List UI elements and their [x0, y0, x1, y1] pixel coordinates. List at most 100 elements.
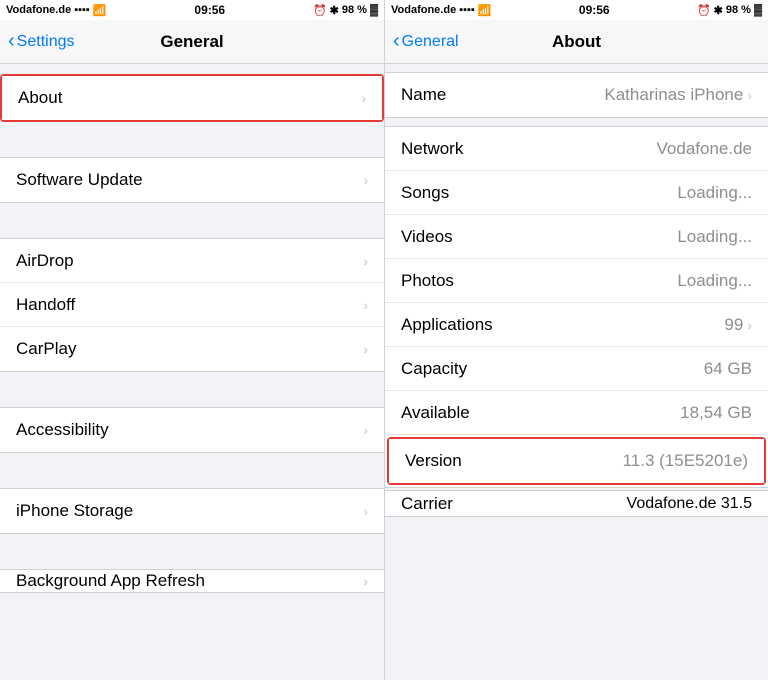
background-app-label: Background App Refresh — [16, 571, 205, 591]
carplay-chevron: › — [363, 341, 368, 357]
accessibility-item[interactable]: Accessibility › — [0, 408, 384, 452]
bluetooth-icon-left: ✱ — [330, 4, 339, 17]
handoff-item[interactable]: Handoff › — [0, 283, 384, 327]
available-label: Available — [401, 403, 470, 423]
software-update-item[interactable]: Software Update › — [0, 158, 384, 202]
name-value: Katharinas iPhone — [604, 85, 743, 105]
left-back-label: Settings — [17, 33, 75, 51]
battery-pct-left: 98 % — [342, 4, 367, 16]
name-label: Name — [401, 85, 446, 105]
left-nav-title: General — [160, 32, 223, 52]
photos-right: Loading... — [677, 271, 752, 291]
about-rows-container: Name Katharinas iPhone › Network Vodafon… — [385, 64, 768, 680]
about-chevron: › — [361, 90, 366, 106]
left-nav-bar: ‹ Settings General — [0, 20, 384, 64]
handoff-label: Handoff — [16, 295, 75, 315]
songs-value: Loading... — [677, 183, 752, 203]
capacity-value: 64 GB — [704, 359, 752, 379]
carrier-section: Carrier Vodafone.de 31.5 — [385, 490, 768, 517]
left-back-chevron: ‹ — [8, 31, 15, 51]
iphone-storage-section: iPhone Storage › — [0, 488, 384, 534]
capacity-row: Capacity 64 GB — [385, 347, 768, 391]
battery-icon-right: ▓ — [754, 4, 762, 16]
right-top-gap — [385, 64, 768, 72]
signal-dots-left: ▪▪▪▪ — [74, 4, 90, 16]
right-status-left: Vodafone.de ▪▪▪▪ 📶 — [391, 4, 492, 17]
version-row: Version 11.3 (15E5201e) — [389, 439, 764, 483]
version-label: Version — [405, 451, 462, 471]
accessibility-right: › — [363, 422, 368, 438]
videos-row: Videos Loading... — [385, 215, 768, 259]
applications-chevron: › — [747, 317, 752, 333]
background-app-chevron: › — [363, 573, 368, 589]
time-right: 09:56 — [579, 3, 610, 17]
time-left: 09:56 — [194, 3, 225, 17]
right-nav-bar: ‹ General About — [385, 20, 768, 64]
about-right: › — [361, 90, 366, 106]
about-highlight-border: About › — [0, 74, 384, 122]
about-section: About › — [0, 74, 384, 122]
version-highlight-wrapper: Version 11.3 (15E5201e) — [385, 435, 768, 487]
videos-right: Loading... — [677, 227, 752, 247]
photos-label: Photos — [401, 271, 454, 291]
applications-label: Applications — [401, 315, 493, 335]
carrier-left: Vodafone.de — [6, 4, 71, 16]
software-update-section: Software Update › — [0, 157, 384, 203]
airdrop-right: › — [363, 253, 368, 269]
network-right: Vodafone.de — [657, 139, 752, 159]
available-value: 18,54 GB — [680, 403, 752, 423]
right-status-right: ⏰ ✱ 98 % ▓ — [697, 4, 762, 17]
name-section: Name Katharinas iPhone › — [385, 72, 768, 118]
signal-dots-right: ▪▪▪▪ — [459, 4, 475, 16]
about-item[interactable]: About › — [2, 76, 382, 120]
airdrop-chevron: › — [363, 253, 368, 269]
carrier-row: Carrier Vodafone.de 31.5 — [385, 491, 768, 516]
network-row: Network Vodafone.de — [385, 127, 768, 171]
applications-value: 99 — [724, 315, 743, 335]
carrier-label: Carrier — [401, 494, 453, 514]
background-app-item[interactable]: Background App Refresh › — [0, 570, 384, 592]
software-update-chevron: › — [363, 172, 368, 188]
left-status-left: Vodafone.de ▪▪▪▪ 📶 — [6, 4, 107, 17]
gap-2 — [0, 203, 384, 238]
handoff-right: › — [363, 297, 368, 313]
network-value: Vodafone.de — [657, 139, 752, 159]
capacity-label: Capacity — [401, 359, 467, 379]
iphone-storage-item[interactable]: iPhone Storage › — [0, 489, 384, 533]
alarm-icon-left: ⏰ — [313, 4, 327, 17]
left-status-bar: Vodafone.de ▪▪▪▪ 📶 09:56 ⏰ ✱ 98 % ▓ — [0, 0, 384, 20]
right-back-button[interactable]: ‹ General — [393, 32, 459, 51]
airdrop-item[interactable]: AirDrop › — [0, 239, 384, 283]
right-nav-title: About — [552, 32, 601, 52]
left-back-button[interactable]: ‹ Settings — [8, 32, 74, 51]
handoff-chevron: › — [363, 297, 368, 313]
left-panel: Vodafone.de ▪▪▪▪ 📶 09:56 ⏰ ✱ 98 % ▓ ‹ Se… — [0, 0, 384, 680]
videos-label: Videos — [401, 227, 453, 247]
name-row[interactable]: Name Katharinas iPhone › — [385, 73, 768, 117]
version-highlight-border: Version 11.3 (15E5201e) — [387, 437, 766, 485]
top-gap-left — [0, 64, 384, 74]
available-row: Available 18,54 GB — [385, 391, 768, 435]
version-right: 11.3 (15E5201e) — [623, 451, 748, 471]
capacity-right: 64 GB — [704, 359, 752, 379]
iphone-storage-chevron: › — [363, 503, 368, 519]
right-panel: Vodafone.de ▪▪▪▪ 📶 09:56 ⏰ ✱ 98 % ▓ ‹ Ge… — [384, 0, 768, 680]
applications-row[interactable]: Applications 99 › — [385, 303, 768, 347]
iphone-storage-right: › — [363, 503, 368, 519]
right-back-label: General — [402, 33, 459, 51]
airdrop-label: AirDrop — [16, 251, 74, 271]
songs-row: Songs Loading... — [385, 171, 768, 215]
carrier-right: Vodafone.de — [391, 4, 456, 16]
songs-right: Loading... — [677, 183, 752, 203]
gap-3 — [0, 372, 384, 407]
left-status-right: ⏰ ✱ 98 % ▓ — [313, 4, 378, 17]
name-right: Katharinas iPhone › — [604, 85, 752, 105]
info-section: Network Vodafone.de Songs Loading... Vid… — [385, 126, 768, 488]
accessibility-label: Accessibility — [16, 420, 109, 440]
carplay-item[interactable]: CarPlay › — [0, 327, 384, 371]
background-section: Background App Refresh › — [0, 569, 384, 593]
carplay-label: CarPlay — [16, 339, 76, 359]
songs-label: Songs — [401, 183, 449, 203]
battery-pct-right: 98 % — [726, 4, 751, 16]
applications-right: 99 › — [724, 315, 752, 335]
